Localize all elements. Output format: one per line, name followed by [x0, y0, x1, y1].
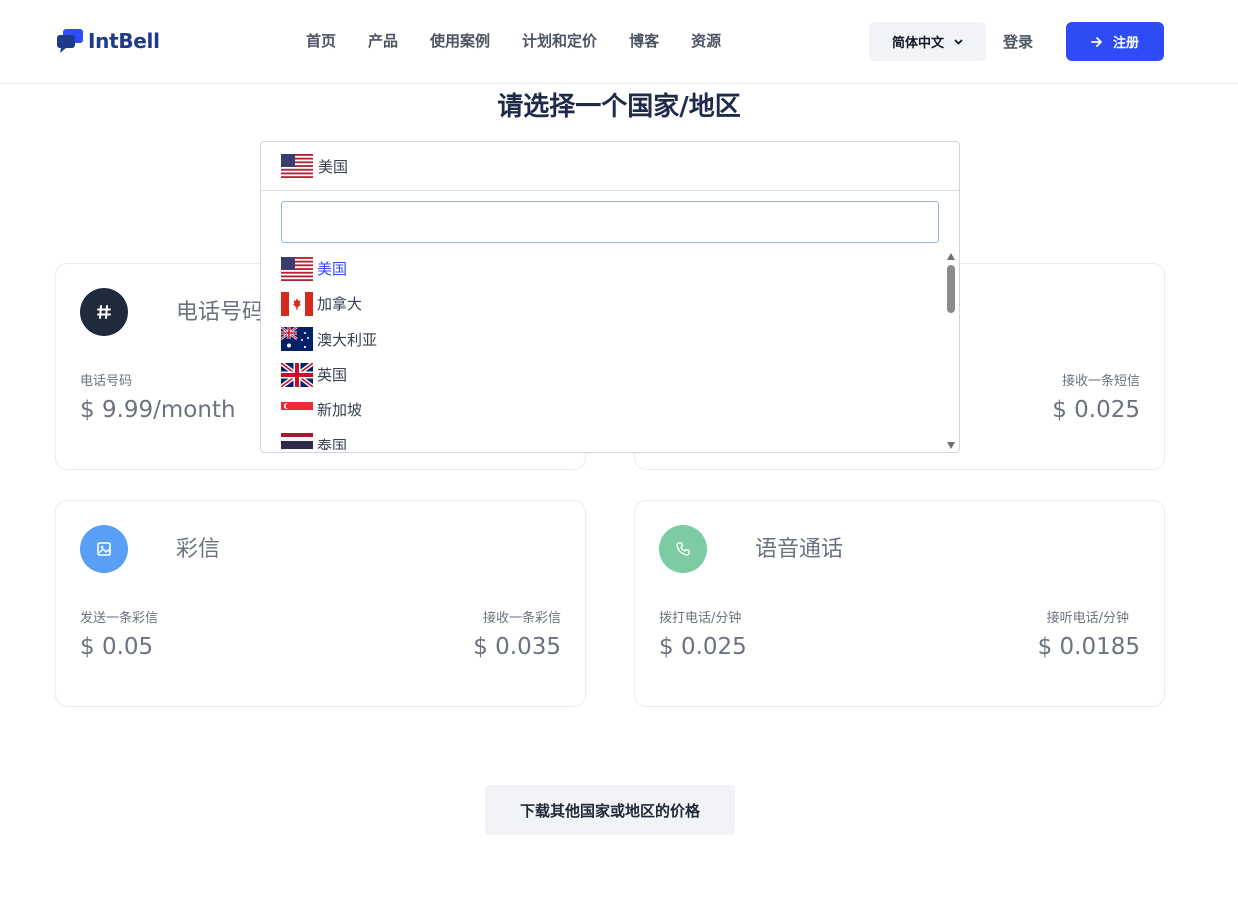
us-flag-icon: [281, 256, 313, 281]
chat-bubbles-icon: [57, 29, 83, 53]
chevron-down-icon: [954, 38, 963, 45]
nav-item-resources[interactable]: 资源: [691, 30, 721, 51]
country-option-australia[interactable]: 澳大利亚: [281, 322, 941, 357]
price-label: 发送一条彩信: [80, 611, 159, 626]
page-title: 请选择一个国家/地区: [497, 92, 741, 122]
selected-country-label: 美国: [318, 157, 349, 176]
country-option-label: 美国: [317, 260, 348, 279]
price-label: 接收一条彩信: [482, 611, 561, 626]
scroll-down-arrow-icon[interactable]: [947, 442, 955, 449]
language-label: 简体中文: [891, 36, 944, 51]
download-prices-button[interactable]: 下载其他国家或地区的价格: [485, 785, 735, 835]
country-search-input[interactable]: [281, 201, 939, 243]
country-option-uk[interactable]: 英国: [281, 357, 941, 392]
card-title: 语音通话: [755, 537, 844, 562]
signup-label: 注册: [1112, 36, 1139, 51]
phone-icon: [659, 525, 707, 573]
price-label: 拨打电话/分钟: [659, 611, 742, 626]
nav-item-pricing[interactable]: 计划和定价: [522, 30, 597, 51]
country-options-list: 美国 加拿大 澳大利亚 英国 新加坡 泰国: [281, 251, 941, 450]
country-option-label: 澳大利亚: [317, 330, 378, 349]
nav-item-blog[interactable]: 博客: [629, 30, 659, 51]
us-flag-icon: [281, 154, 313, 178]
nav-item-use-cases[interactable]: 使用案例: [430, 30, 490, 51]
brand-name: IntBell: [88, 29, 160, 53]
price-value: $ 0.05: [80, 634, 154, 660]
main-nav: 首页 产品 使用案例 计划和定价 博客 资源: [306, 30, 721, 51]
voice-card: 语音通话 拨打电话/分钟 $ 0.025 接听电话/分钟 $ 0.0185: [634, 500, 1165, 707]
price-value: $ 0.0185: [1037, 634, 1140, 660]
price-label: 接听电话/分钟: [1046, 611, 1129, 626]
country-option-label: 加拿大: [317, 295, 363, 314]
scroll-up-arrow-icon[interactable]: [947, 253, 955, 260]
price-value: $ 9.99/month: [80, 397, 236, 423]
logo[interactable]: IntBell: [56, 28, 160, 54]
thailand-flag-icon: [281, 433, 313, 450]
site-header: IntBell 首页 产品 使用案例 计划和定价 博客 资源 简体中文 登录 注…: [0, 0, 1238, 84]
country-option-label: 英国: [317, 366, 348, 385]
price-label: 接收一条短信: [1061, 374, 1140, 389]
nav-item-home[interactable]: 首页: [306, 30, 336, 51]
login-link[interactable]: 登录: [1003, 31, 1033, 52]
arrow-right-icon: [1091, 36, 1103, 47]
signup-button[interactable]: 注册: [1066, 22, 1164, 61]
nav-item-products[interactable]: 产品: [368, 30, 398, 51]
image-icon: [80, 525, 128, 573]
country-select[interactable]: 美国 美国 加拿大 澳大利亚 英国 新加坡 泰国: [260, 141, 960, 453]
country-select-current[interactable]: 美国: [261, 142, 959, 191]
scrollbar-thumb[interactable]: [947, 265, 955, 313]
singapore-flag-icon: [281, 397, 313, 422]
mms-card: 彩信 发送一条彩信 $ 0.05 接收一条彩信 $ 0.035: [55, 500, 586, 707]
country-option-canada[interactable]: 加拿大: [281, 286, 941, 321]
hash-icon: [80, 288, 128, 336]
options-scrollbar[interactable]: [945, 251, 958, 451]
card-title: 电话号码: [176, 300, 265, 325]
canada-flag-icon: [281, 291, 313, 316]
country-option-singapore[interactable]: 新加坡: [281, 392, 941, 427]
country-option-label: 新加坡: [317, 401, 363, 420]
price-value: $ 0.035: [473, 634, 561, 660]
card-title: 彩信: [176, 537, 221, 562]
country-option-thailand[interactable]: 泰国: [281, 427, 941, 450]
language-select-button[interactable]: 简体中文: [869, 22, 986, 61]
price-value: $ 0.025: [659, 634, 747, 660]
country-option-label: 泰国: [317, 436, 348, 450]
country-option-us[interactable]: 美国: [281, 251, 941, 286]
price-value: $ 0.025: [1052, 397, 1140, 423]
australia-flag-icon: [281, 327, 313, 352]
uk-flag-icon: [281, 362, 313, 387]
price-label: 电话号码: [80, 374, 133, 389]
